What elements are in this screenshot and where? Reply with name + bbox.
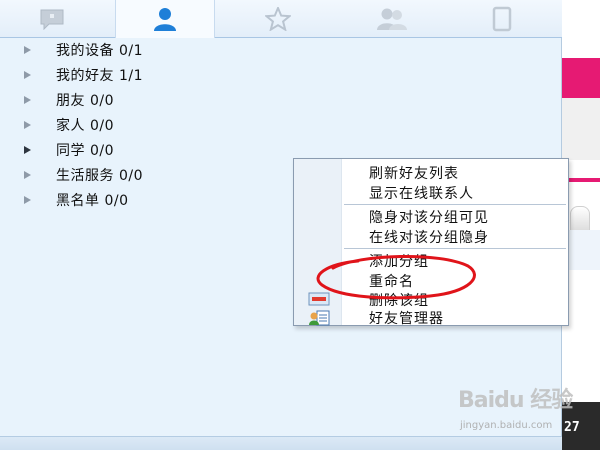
menu-item-show-online-contacts[interactable]: 显示在线联系人 bbox=[294, 182, 568, 202]
tab-favorites[interactable] bbox=[228, 0, 328, 38]
background-number: 27 bbox=[564, 420, 580, 435]
collapse-arrow-icon bbox=[24, 71, 31, 79]
group-people-icon bbox=[377, 8, 407, 30]
group-label: 我的好友 1/1 bbox=[56, 68, 143, 84]
group-life-services[interactable]: 生活服务 0/0 bbox=[0, 163, 300, 187]
panel-bottom-bar bbox=[0, 436, 562, 450]
tab-conversations[interactable] bbox=[2, 0, 102, 38]
menu-item-label: 隐身对该分组可见 bbox=[369, 210, 489, 226]
friend-manager-icon bbox=[309, 310, 330, 326]
contact-person-icon bbox=[154, 8, 176, 31]
menu-item-label: 添加分组 bbox=[369, 254, 429, 270]
menu-item-rename[interactable]: 重命名 bbox=[294, 270, 568, 290]
menu-item-label: 重命名 bbox=[369, 274, 414, 290]
tab-contacts[interactable] bbox=[115, 0, 215, 38]
group-label: 生活服务 0/0 bbox=[56, 168, 143, 184]
collapse-arrow-icon bbox=[24, 46, 31, 54]
device-icon bbox=[492, 6, 512, 32]
delete-group-icon bbox=[308, 292, 330, 306]
menu-item-invisible-visible-to-group[interactable]: 隐身对该分组可见 bbox=[294, 206, 568, 226]
group-label: 朋友 0/0 bbox=[56, 93, 114, 109]
collapse-arrow-icon bbox=[24, 96, 31, 104]
group-blacklist[interactable]: 黑名单 0/0 bbox=[0, 188, 300, 212]
menu-item-label: 在线对该分组隐身 bbox=[369, 230, 489, 246]
menu-separator bbox=[344, 204, 566, 205]
star-icon bbox=[265, 7, 291, 31]
menu-item-delete-group[interactable]: 删除该组 bbox=[294, 289, 568, 309]
group-label: 我的设备 0/1 bbox=[56, 43, 143, 59]
menu-item-friend-manager[interactable]: 好友管理器 bbox=[294, 307, 568, 327]
menu-item-online-invisible-to-group[interactable]: 在线对该分组隐身 bbox=[294, 226, 568, 246]
group-family[interactable]: 家人 0/0 bbox=[0, 113, 300, 137]
collapse-arrow-icon bbox=[24, 196, 31, 204]
group-label: 黑名单 0/0 bbox=[56, 193, 129, 209]
tab-groups[interactable] bbox=[342, 0, 442, 38]
background-pink-banner bbox=[562, 58, 600, 98]
menu-item-label: 刷新好友列表 bbox=[369, 166, 459, 182]
group-label: 家人 0/0 bbox=[56, 118, 114, 134]
group-my-friends[interactable]: 我的好友 1/1 bbox=[0, 63, 300, 87]
collapse-arrow-icon bbox=[24, 171, 31, 179]
group-label: 同学 0/0 bbox=[56, 143, 114, 159]
menu-separator bbox=[344, 248, 566, 249]
background-product-image bbox=[562, 98, 600, 246]
menu-item-label: 显示在线联系人 bbox=[369, 186, 474, 202]
context-menu: 刷新好友列表 显示在线联系人 隐身对该分组可见 在线对该分组隐身 添加分组 重命… bbox=[293, 158, 569, 327]
group-my-devices[interactable]: 我的设备 0/1 bbox=[0, 38, 300, 62]
tab-bar bbox=[0, 0, 562, 38]
group-classmates[interactable]: 同学 0/0 bbox=[0, 138, 300, 162]
menu-item-refresh-friend-list[interactable]: 刷新好友列表 bbox=[294, 162, 568, 182]
chat-bubble-icon bbox=[40, 9, 64, 30]
tab-devices[interactable] bbox=[452, 0, 552, 38]
menu-item-add-group[interactable]: 添加分组 bbox=[294, 250, 568, 270]
menu-item-label: 好友管理器 bbox=[369, 311, 444, 327]
collapse-arrow-icon bbox=[24, 121, 31, 129]
collapse-arrow-icon bbox=[24, 146, 31, 154]
group-friends[interactable]: 朋友 0/0 bbox=[0, 88, 300, 112]
